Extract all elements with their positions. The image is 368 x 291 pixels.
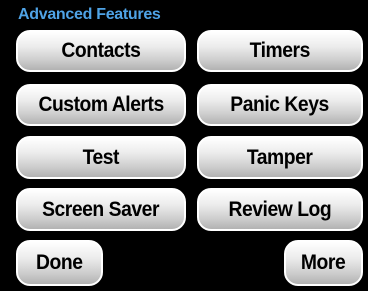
tamper-button[interactable]: Tamper: [197, 136, 363, 179]
done-button-label: Done: [36, 251, 83, 274]
tamper-button-label: Tamper: [247, 145, 313, 169]
panic-keys-button[interactable]: Panic Keys: [197, 84, 363, 126]
timers-button-label: Timers: [249, 39, 311, 62]
review-log-button[interactable]: Review Log: [197, 188, 363, 231]
test-button[interactable]: Test: [16, 136, 186, 179]
test-button-label: Test: [82, 145, 120, 169]
timers-button[interactable]: Timers: [197, 30, 363, 72]
more-button[interactable]: More: [284, 240, 363, 286]
panic-keys-button-label: Panic Keys: [230, 93, 330, 116]
custom-alerts-button-label: Custom Alerts: [38, 93, 164, 116]
done-button[interactable]: Done: [16, 240, 103, 286]
screen-saver-button-label: Screen Saver: [42, 197, 160, 221]
custom-alerts-button[interactable]: Custom Alerts: [16, 84, 186, 126]
review-log-button-label: Review Log: [228, 197, 332, 221]
more-button-label: More: [301, 251, 346, 274]
screen-saver-button[interactable]: Screen Saver: [16, 188, 186, 231]
page-title: Advanced Features: [18, 6, 161, 23]
contacts-button-label: Contacts: [61, 39, 141, 62]
contacts-button[interactable]: Contacts: [16, 30, 186, 72]
advanced-features-screen: Advanced Features Contacts Timers Custom…: [0, 0, 368, 291]
